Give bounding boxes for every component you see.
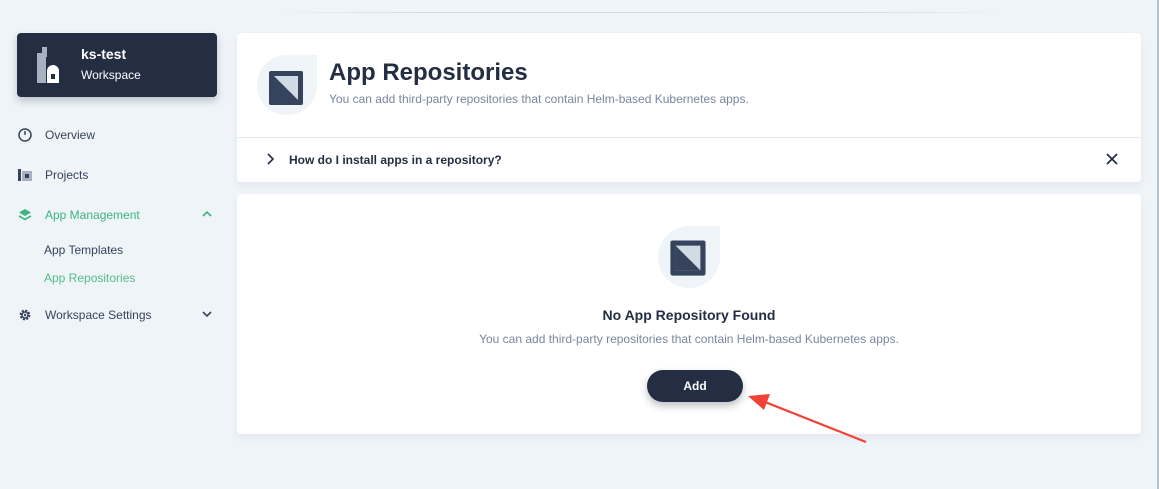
- app-repository-icon: [257, 55, 317, 115]
- appcenter-icon: [17, 207, 33, 223]
- chevron-up-icon: [202, 210, 212, 217]
- empty-state-title: No App Repository Found: [602, 307, 776, 323]
- sidebar-item-overview[interactable]: Overview: [17, 124, 217, 146]
- workspace-type-label: Workspace: [81, 68, 141, 82]
- page-header-panel: App Repositories You can add third-party…: [237, 33, 1141, 182]
- top-divider: [270, 12, 1010, 13]
- sidebar-item-label: Workspace Settings: [45, 308, 152, 322]
- annotation-arrow-icon: [748, 394, 867, 444]
- empty-state-description: You can add third-party repositories tha…: [479, 332, 899, 346]
- sidebar-item-app-management[interactable]: App Management: [17, 204, 217, 226]
- sidebar-item-label: Projects: [45, 168, 89, 182]
- enterprise-icon: [37, 47, 59, 83]
- sidebar-item-workspace-settings[interactable]: Workspace Settings: [17, 304, 217, 326]
- close-icon[interactable]: [1105, 152, 1119, 166]
- sidebar-item-projects[interactable]: Projects: [17, 164, 217, 186]
- empty-state-panel: No App Repository Found You can add thir…: [237, 194, 1141, 434]
- cogwheel-icon: [17, 307, 33, 323]
- workspace-card[interactable]: ks-test Workspace: [17, 33, 217, 97]
- project-icon: [17, 167, 33, 183]
- sidebar-subitem-app-repositories[interactable]: App Repositories: [44, 271, 135, 285]
- chevron-down-icon: [202, 311, 212, 318]
- workspace-name: ks-test: [81, 46, 127, 62]
- sidebar-item-label: App Management: [45, 208, 140, 222]
- faq-tip[interactable]: How do I install apps in a repository?: [237, 138, 1141, 182]
- add-repository-button[interactable]: Add: [647, 370, 743, 402]
- chevron-right-icon[interactable]: [265, 152, 277, 166]
- sidebar-subitem-app-templates[interactable]: App Templates: [44, 243, 123, 257]
- dashboard-icon: [17, 127, 33, 143]
- app-repository-icon: [658, 226, 720, 288]
- page-description: You can add third-party repositories tha…: [329, 92, 749, 106]
- sidebar-item-label: Overview: [45, 128, 96, 142]
- page-title: App Repositories: [329, 59, 528, 86]
- faq-question[interactable]: How do I install apps in a repository?: [289, 153, 502, 167]
